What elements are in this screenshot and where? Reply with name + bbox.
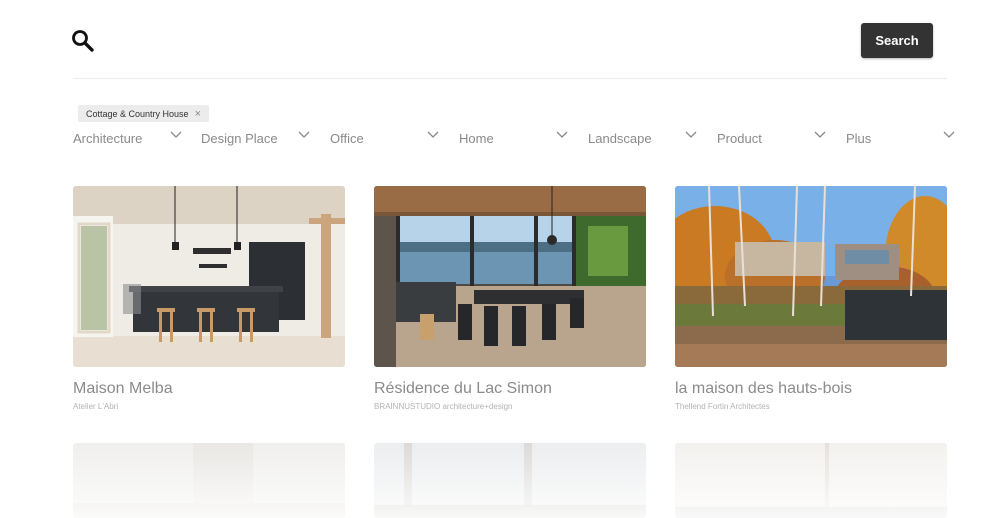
chevron-down-icon xyxy=(427,131,439,138)
chevron-down-icon xyxy=(685,131,697,138)
project-studio: BRAINNUSTUDIO architecture+design xyxy=(374,402,513,411)
remove-tag-icon[interactable]: × xyxy=(195,108,201,120)
filter-label: Architecture xyxy=(73,131,143,146)
filter-label: Design Place xyxy=(201,131,278,146)
chevron-down-icon xyxy=(943,131,955,138)
project-card[interactable]: Résidence du Lac Simon BRAINNUSTUDIO arc… xyxy=(374,186,646,411)
filter-label: Landscape xyxy=(588,131,652,146)
project-image-faded xyxy=(675,443,947,518)
project-card[interactable]: Maison Melba Atelier L'Abri xyxy=(73,186,345,411)
chevron-down-icon xyxy=(298,131,310,138)
filter-design-place[interactable]: Design Place xyxy=(201,128,311,150)
project-title[interactable]: Résidence du Lac Simon xyxy=(374,380,646,398)
filter-label: Plus xyxy=(846,131,872,146)
filter-office[interactable]: Office xyxy=(330,128,440,150)
filter-home[interactable]: Home xyxy=(459,128,569,150)
chevron-down-icon xyxy=(170,131,182,138)
project-studio: Thellend Fortin Architectes xyxy=(675,402,770,411)
filter-landscape[interactable]: Landscape xyxy=(588,128,698,150)
project-card-faded[interactable] xyxy=(675,443,947,518)
filter-architecture[interactable]: Architecture xyxy=(73,128,183,150)
filter-label: Home xyxy=(459,131,494,146)
search-icon[interactable] xyxy=(70,28,96,54)
filter-label: Product xyxy=(717,131,762,146)
project-card-faded[interactable] xyxy=(374,443,646,518)
project-image-forest-house[interactable] xyxy=(675,186,947,367)
active-filter-tag-label: Cottage & Country House xyxy=(86,108,189,119)
chevron-down-icon xyxy=(556,131,568,138)
header-divider xyxy=(73,78,947,79)
project-card[interactable]: la maison des hauts-bois Thellend Fortin… xyxy=(675,186,947,411)
project-image-lake-dining[interactable] xyxy=(374,186,646,367)
active-filter-tag: Cottage & Country House × xyxy=(78,105,209,122)
project-title[interactable]: la maison des hauts-bois xyxy=(675,380,947,398)
filter-label: Office xyxy=(330,131,364,146)
project-image-kitchen[interactable] xyxy=(73,186,345,367)
project-card-faded[interactable] xyxy=(73,443,345,518)
project-image-faded xyxy=(374,443,646,518)
project-studio: Atelier L'Abri xyxy=(73,402,119,411)
search-button[interactable]: Search xyxy=(861,23,933,58)
chevron-down-icon xyxy=(814,131,826,138)
project-title[interactable]: Maison Melba xyxy=(73,380,345,398)
project-image-faded xyxy=(73,443,345,518)
filter-plus[interactable]: Plus xyxy=(846,128,956,150)
filter-product[interactable]: Product xyxy=(717,128,827,150)
filter-bar: Architecture Design Place Office Home La… xyxy=(73,128,956,150)
